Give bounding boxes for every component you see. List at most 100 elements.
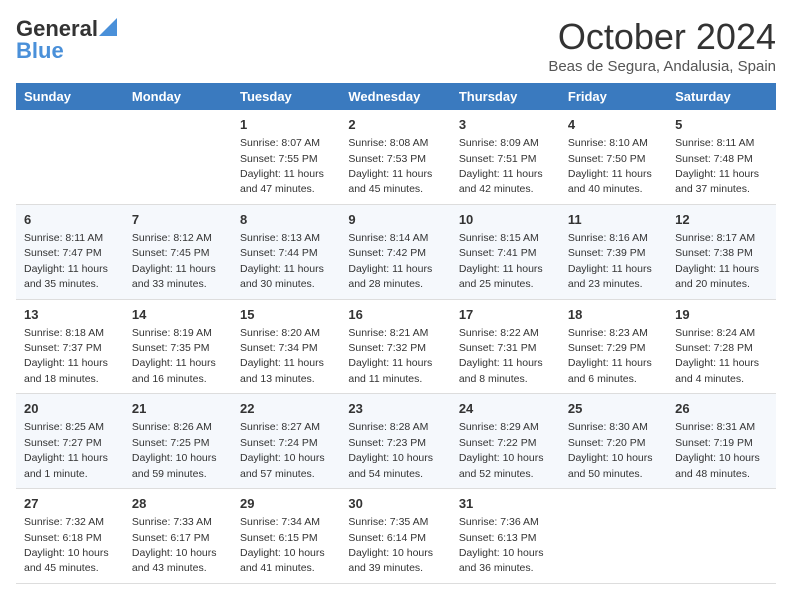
day-number: 29 [240, 495, 332, 513]
calendar-cell: 28Sunrise: 7:33 AM Sunset: 6:17 PM Dayli… [124, 489, 232, 584]
calendar-cell: 7 Sunrise: 8:12 AM Sunset: 7:45 PM Daylig… [124, 204, 232, 299]
week-row-2: 6Sunrise: 8:11 AM Sunset: 7:47 PM Daylig… [16, 204, 776, 299]
calendar-cell: 2 Sunrise: 8:08 AM Sunset: 7:53 PM Daylig… [340, 110, 450, 204]
column-header-sunday: Sunday [16, 83, 124, 110]
calendar-cell: 26 Sunrise: 8:31 AM Sunset: 7:19 PM Dayli… [667, 394, 776, 489]
calendar-cell [560, 489, 667, 584]
column-header-saturday: Saturday [667, 83, 776, 110]
day-number: 9 [348, 211, 442, 229]
day-number: 8 [240, 211, 332, 229]
day-info: Sunrise: 8:16 AM Sunset: 7:39 PM Dayligh… [568, 232, 652, 290]
month-title: October 2024 [548, 16, 776, 58]
calendar-cell [124, 110, 232, 204]
calendar-cell: 16Sunrise: 8:21 AM Sunset: 7:32 PM Dayli… [340, 299, 450, 394]
day-info: Sunrise: 8:07 AM Sunset: 7:55 PM Dayligh… [240, 137, 324, 195]
calendar-cell: 4 Sunrise: 8:10 AM Sunset: 7:50 PM Daylig… [560, 110, 667, 204]
day-number: 1 [240, 116, 332, 134]
day-number: 10 [459, 211, 552, 229]
day-info: Sunrise: 8:15 AM Sunset: 7:41 PM Dayligh… [459, 232, 543, 290]
day-info: Sunrise: 8:14 AM Sunset: 7:42 PM Dayligh… [348, 232, 432, 290]
title-area: October 2024 Beas de Segura, Andalusia, … [548, 16, 776, 75]
week-row-3: 13 Sunrise: 8:18 AM Sunset: 7:37 PM Dayli… [16, 299, 776, 394]
calendar-cell: 17 Sunrise: 8:22 AM Sunset: 7:31 PM Dayli… [451, 299, 560, 394]
day-number: 30 [348, 495, 442, 513]
calendar-table: SundayMondayTuesdayWednesdayThursdayFrid… [16, 83, 776, 584]
day-info: Sunrise: 7:35 AM Sunset: 6:14 PM Dayligh… [348, 516, 433, 574]
calendar-cell: 10 Sunrise: 8:15 AM Sunset: 7:41 PM Dayli… [451, 204, 560, 299]
day-info: Sunrise: 8:29 AM Sunset: 7:22 PM Dayligh… [459, 421, 544, 479]
day-number: 28 [132, 495, 224, 513]
logo-icon [99, 18, 117, 36]
day-info: Sunrise: 8:08 AM Sunset: 7:53 PM Dayligh… [348, 137, 432, 195]
day-number: 17 [459, 306, 552, 324]
day-number: 23 [348, 400, 442, 418]
calendar-cell: 8 Sunrise: 8:13 AM Sunset: 7:44 PM Daylig… [232, 204, 340, 299]
calendar-cell: 12Sunrise: 8:17 AM Sunset: 7:38 PM Dayli… [667, 204, 776, 299]
calendar-cell: 15Sunrise: 8:20 AM Sunset: 7:34 PM Dayli… [232, 299, 340, 394]
calendar-cell: 23 Sunrise: 8:28 AM Sunset: 7:23 PM Dayli… [340, 394, 450, 489]
day-info: Sunrise: 8:21 AM Sunset: 7:32 PM Dayligh… [348, 327, 432, 385]
day-number: 22 [240, 400, 332, 418]
calendar-cell [667, 489, 776, 584]
day-number: 25 [568, 400, 659, 418]
day-number: 13 [24, 306, 116, 324]
day-number: 20 [24, 400, 116, 418]
location-subtitle: Beas de Segura, Andalusia, Spain [548, 58, 776, 75]
day-number: 24 [459, 400, 552, 418]
column-header-thursday: Thursday [451, 83, 560, 110]
week-row-5: 27Sunrise: 7:32 AM Sunset: 6:18 PM Dayli… [16, 489, 776, 584]
calendar-cell: 5Sunrise: 8:11 AM Sunset: 7:48 PM Daylig… [667, 110, 776, 204]
calendar-cell: 21 Sunrise: 8:26 AM Sunset: 7:25 PM Dayli… [124, 394, 232, 489]
day-info: Sunrise: 7:36 AM Sunset: 6:13 PM Dayligh… [459, 516, 544, 574]
day-info: Sunrise: 8:19 AM Sunset: 7:35 PM Dayligh… [132, 327, 216, 385]
day-info: Sunrise: 8:28 AM Sunset: 7:23 PM Dayligh… [348, 421, 433, 479]
day-info: Sunrise: 8:13 AM Sunset: 7:44 PM Dayligh… [240, 232, 324, 290]
day-number: 7 [132, 211, 224, 229]
calendar-cell: 31Sunrise: 7:36 AM Sunset: 6:13 PM Dayli… [451, 489, 560, 584]
calendar-cell: 29 Sunrise: 7:34 AM Sunset: 6:15 PM Dayli… [232, 489, 340, 584]
day-number: 19 [675, 306, 768, 324]
day-info: Sunrise: 8:26 AM Sunset: 7:25 PM Dayligh… [132, 421, 217, 479]
column-header-wednesday: Wednesday [340, 83, 450, 110]
calendar-cell: 18 Sunrise: 8:23 AM Sunset: 7:29 PM Dayli… [560, 299, 667, 394]
calendar-cell: 20 Sunrise: 8:25 AM Sunset: 7:27 PM Dayli… [16, 394, 124, 489]
day-info: Sunrise: 8:24 AM Sunset: 7:28 PM Dayligh… [675, 327, 759, 385]
day-info: Sunrise: 8:18 AM Sunset: 7:37 PM Dayligh… [24, 327, 108, 385]
calendar-cell: 19 Sunrise: 8:24 AM Sunset: 7:28 PM Dayli… [667, 299, 776, 394]
calendar-cell: 3Sunrise: 8:09 AM Sunset: 7:51 PM Daylig… [451, 110, 560, 204]
calendar-cell: 25 Sunrise: 8:30 AM Sunset: 7:20 PM Dayli… [560, 394, 667, 489]
calendar-cell [16, 110, 124, 204]
calendar-cell: 14 Sunrise: 8:19 AM Sunset: 7:35 PM Dayli… [124, 299, 232, 394]
day-info: Sunrise: 8:30 AM Sunset: 7:20 PM Dayligh… [568, 421, 653, 479]
day-info: Sunrise: 8:23 AM Sunset: 7:29 PM Dayligh… [568, 327, 652, 385]
column-header-monday: Monday [124, 83, 232, 110]
day-number: 4 [568, 116, 659, 134]
calendar-cell: 30 Sunrise: 7:35 AM Sunset: 6:14 PM Dayli… [340, 489, 450, 584]
calendar-cell: 24 Sunrise: 8:29 AM Sunset: 7:22 PM Dayli… [451, 394, 560, 489]
day-info: Sunrise: 8:12 AM Sunset: 7:45 PM Dayligh… [132, 232, 216, 290]
day-info: Sunrise: 8:09 AM Sunset: 7:51 PM Dayligh… [459, 137, 543, 195]
day-number: 26 [675, 400, 768, 418]
column-header-friday: Friday [560, 83, 667, 110]
calendar-cell: 6Sunrise: 8:11 AM Sunset: 7:47 PM Daylig… [16, 204, 124, 299]
day-info: Sunrise: 8:17 AM Sunset: 7:38 PM Dayligh… [675, 232, 759, 290]
day-info: Sunrise: 8:31 AM Sunset: 7:19 PM Dayligh… [675, 421, 760, 479]
day-number: 18 [568, 306, 659, 324]
calendar-cell: 11Sunrise: 8:16 AM Sunset: 7:39 PM Dayli… [560, 204, 667, 299]
day-number: 27 [24, 495, 116, 513]
calendar-cell: 27Sunrise: 7:32 AM Sunset: 6:18 PM Dayli… [16, 489, 124, 584]
day-info: Sunrise: 8:25 AM Sunset: 7:27 PM Dayligh… [24, 421, 108, 479]
day-info: Sunrise: 8:27 AM Sunset: 7:24 PM Dayligh… [240, 421, 325, 479]
day-info: Sunrise: 8:10 AM Sunset: 7:50 PM Dayligh… [568, 137, 652, 195]
page-header: General Blue October 2024 Beas de Segura… [16, 16, 776, 75]
day-info: Sunrise: 8:11 AM Sunset: 7:47 PM Dayligh… [24, 232, 108, 290]
week-row-1: 1 Sunrise: 8:07 AM Sunset: 7:55 PM Daylig… [16, 110, 776, 204]
day-number: 21 [132, 400, 224, 418]
logo: General Blue [16, 16, 117, 64]
day-number: 14 [132, 306, 224, 324]
column-header-tuesday: Tuesday [232, 83, 340, 110]
day-info: Sunrise: 7:34 AM Sunset: 6:15 PM Dayligh… [240, 516, 325, 574]
day-info: Sunrise: 8:11 AM Sunset: 7:48 PM Dayligh… [675, 137, 759, 195]
day-number: 2 [348, 116, 442, 134]
day-info: Sunrise: 8:22 AM Sunset: 7:31 PM Dayligh… [459, 327, 543, 385]
